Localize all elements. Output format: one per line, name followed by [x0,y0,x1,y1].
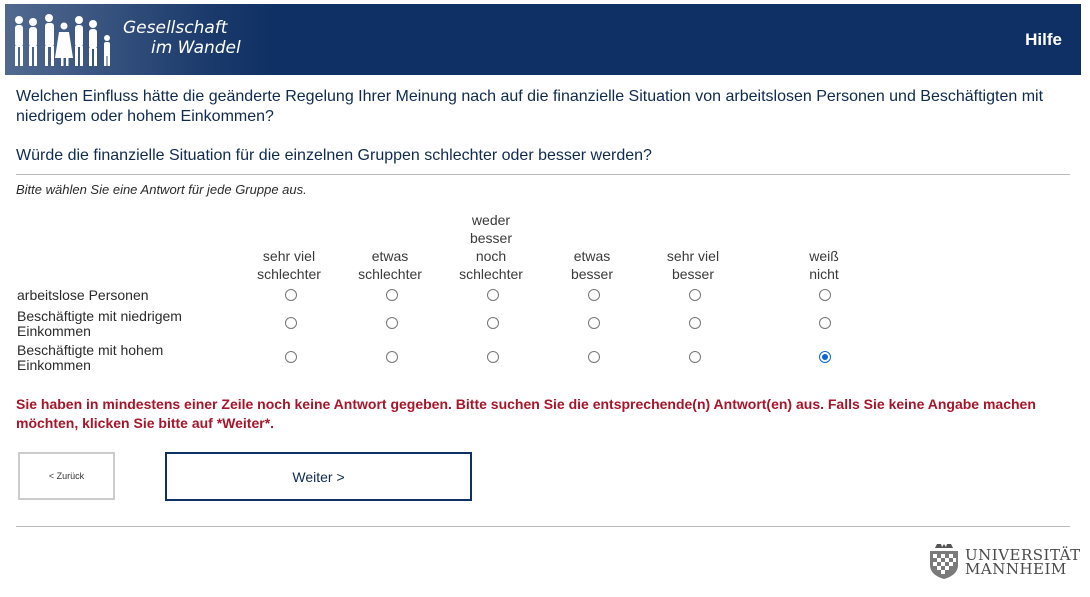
radio-row1-sehr-viel-besser[interactable] [689,289,701,301]
radio-row1-etwas-schlechter[interactable] [386,289,398,301]
question-subtext: Würde die finanzielle Situation für die … [16,147,652,164]
row-label-arbeitslose-personen: arbeitslose Personen [17,288,237,303]
radio-row1-weiss-nicht[interactable] [819,289,831,301]
column-header-line: sehr viel [666,248,720,264]
column-header-line: weiß [809,248,839,264]
row-label-line: Einkommen [17,357,91,373]
column-header-line: etwas [371,248,409,264]
question-text: Welchen Einfluss hätte die geänderte Reg… [16,88,1044,125]
column-header-line: sehr viel [262,248,316,264]
radio-row1-sehr-viel-schlechter[interactable] [285,289,297,301]
radio-row3-etwas-besser[interactable] [588,351,600,363]
logo-band: Gesellschaft im Wandel [5,4,275,75]
column-header-line: noch [475,248,507,264]
column-header-etwas-schlechter: etwas schlechter [340,247,440,283]
university-name-line-2: MANNHEIM [965,560,1067,578]
column-header-weiss-nicht: weiß nicht [774,247,874,283]
column-header-line: schlechter [459,266,523,282]
help-link[interactable]: Hilfe [1025,30,1062,50]
radio-row3-weder-noch[interactable] [487,351,499,363]
validation-error-message: Sie haben in mindestens einer Zeile noch… [16,396,1036,431]
column-header-line: weder [471,212,511,228]
radio-row2-etwas-schlechter[interactable] [386,317,398,329]
university-wordmark: UNIVERSITÄT MANNHEIM [965,548,1081,578]
column-header-line: besser [570,266,614,282]
radio-row1-weder-noch[interactable] [487,289,499,301]
column-header-line: besser [671,266,715,282]
radio-row2-sehr-viel-schlechter[interactable] [285,317,297,329]
row-label-line: Beschäftigte mit hohem [17,342,164,358]
logo-line-2: im Wandel [151,38,241,58]
instruction-text: Bitte wählen Sie eine Antwort für jede G… [16,182,307,197]
row-label-line: arbeitslose Personen [17,287,149,303]
column-header-line: nicht [809,266,839,282]
radio-row2-sehr-viel-besser[interactable] [689,317,701,329]
radio-row3-etwas-schlechter[interactable] [386,351,398,363]
divider-bottom [16,526,1070,527]
column-header-line: besser [469,230,513,246]
radio-row1-etwas-besser[interactable] [588,289,600,301]
radio-row3-sehr-viel-besser[interactable] [689,351,701,363]
column-header-sehr-viel-besser: sehr viel besser [643,247,743,283]
row-label-beschaeftigte-niedrig: Beschäftigte mit niedrigem Einkommen [17,309,237,339]
column-header-weder-noch: weder besser noch schlechter [441,211,541,283]
radio-row2-weder-noch[interactable] [487,317,499,329]
column-header-sehr-viel-schlechter: sehr viel schlechter [239,247,339,283]
logo-line-1: Gesellschaft [123,18,228,38]
row-label-line: Einkommen [17,323,91,339]
divider-top [16,174,1070,175]
radio-row2-weiss-nicht[interactable] [819,317,831,329]
column-header-line: etwas [573,248,611,264]
row-label-line: Beschäftigte mit niedrigem [17,308,182,324]
row-label-beschaeftigte-hoch: Beschäftigte mit hohem Einkommen [17,343,237,373]
next-button[interactable]: Weiter > [165,452,472,501]
logo-wordmark: Gesellschaft im Wandel [123,18,241,58]
column-header-line: schlechter [257,266,321,282]
radio-row3-weiss-nicht[interactable] [819,351,831,363]
column-header-etwas-besser: etwas besser [542,247,642,283]
university-logo: UNIVERSITÄT MANNHEIM [927,542,1080,582]
radio-row3-sehr-viel-schlechter[interactable] [285,351,297,363]
header-bar: Gesellschaft im Wandel Hilfe [5,4,1081,75]
column-header-line: schlechter [358,266,422,282]
back-button[interactable]: < Zurück [18,452,115,500]
people-silhouettes-icon [15,14,110,66]
university-crest-icon [930,544,958,579]
radio-row2-etwas-besser[interactable] [588,317,600,329]
